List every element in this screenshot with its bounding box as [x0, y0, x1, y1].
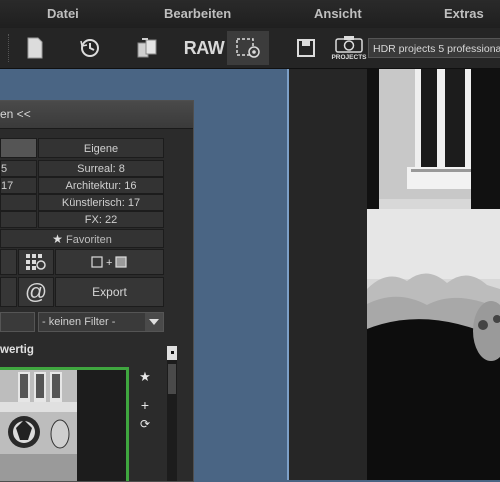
favorites-button[interactable]: ★ Favoriten — [0, 229, 164, 248]
raw-label: RAW — [183, 37, 225, 58]
email-button[interactable]: @ — [18, 277, 54, 307]
toolbar: RAW PROJECTS HDR projects 5 professional — [0, 28, 500, 69]
section-label: wertig — [0, 344, 34, 356]
batch-settings-button[interactable] — [227, 31, 269, 65]
add-icon[interactable]: + — [138, 397, 152, 413]
menu-datei[interactable]: Datei — [47, 6, 79, 21]
category-architektur[interactable]: Architektur: 16 — [38, 177, 164, 194]
export-button[interactable]: Export — [55, 277, 164, 307]
refresh-icon[interactable]: ⟳ — [138, 417, 152, 431]
menu-ansicht[interactable]: Ansicht — [314, 6, 362, 21]
at-icon: @ — [24, 279, 48, 304]
category-empty[interactable] — [0, 211, 37, 228]
tab-standard[interactable] — [0, 138, 37, 158]
photo-preview — [367, 69, 500, 480]
thumbnail-image — [0, 370, 77, 481]
preset-thumbnail[interactable] — [0, 367, 129, 481]
document-icon — [27, 37, 43, 59]
chevron-down-icon[interactable] — [145, 313, 163, 331]
presets-panel: en << Eigene 5 Surreal: 8 17 Architektur… — [0, 100, 194, 482]
batch-button[interactable] — [127, 31, 169, 65]
category-empty[interactable] — [0, 194, 37, 211]
scrollbar-cap — [167, 346, 177, 360]
favorites-label: Favoriten — [65, 234, 112, 246]
camera-icon — [335, 36, 363, 53]
new-file-button[interactable] — [14, 31, 56, 65]
category-surreal[interactable]: Surreal: 8 — [38, 160, 164, 177]
history-icon — [80, 39, 99, 57]
grid-view-icon — [26, 254, 46, 270]
batch-icon — [137, 38, 157, 58]
panel-button-left[interactable] — [0, 277, 17, 307]
canvas-margin — [289, 69, 367, 480]
tab-eigene[interactable]: Eigene — [38, 138, 164, 158]
grid-view-button[interactable] — [18, 249, 54, 275]
favorite-star-icon[interactable]: ★ — [138, 369, 152, 385]
menu-bar: Datei Bearbeiten Ansicht Extras — [0, 0, 500, 29]
compare-icon: + — [90, 256, 127, 269]
toolbar-grip — [8, 34, 11, 62]
category-fx[interactable]: FX: 22 — [38, 211, 164, 228]
panel-button-left[interactable] — [0, 249, 17, 275]
star-icon: ★ — [52, 232, 63, 246]
category-count[interactable]: 17 — [0, 177, 37, 194]
panel-title: en << — [0, 107, 31, 121]
compare-button[interactable]: + — [55, 249, 164, 275]
svg-text:+: + — [106, 257, 112, 269]
preset-dropdown[interactable]: HDR projects 5 professional — [368, 38, 500, 58]
filter-dropdown[interactable]: - keinen Filter - — [38, 312, 164, 332]
category-kuenstlerisch[interactable]: Künstlerisch: 17 — [38, 194, 164, 211]
grid-gear-icon — [236, 38, 260, 58]
projects-label: PROJECTS — [331, 54, 367, 61]
filter-value: - keinen Filter - — [42, 316, 116, 328]
save-icon — [297, 39, 315, 57]
raw-button[interactable]: RAW — [183, 31, 225, 65]
menu-bearbeiten[interactable]: Bearbeiten — [164, 6, 231, 21]
scrollbar-thumb[interactable] — [168, 364, 176, 394]
scrollbar[interactable] — [167, 346, 177, 481]
history-button[interactable] — [69, 31, 111, 65]
search-input[interactable] — [0, 312, 35, 332]
category-count[interactable]: 5 — [0, 160, 37, 177]
save-button[interactable] — [285, 31, 327, 65]
panel-titlebar[interactable]: en << — [0, 101, 193, 129]
projects-button[interactable]: PROJECTS — [327, 31, 371, 65]
menu-extras[interactable]: Extras — [444, 6, 484, 21]
